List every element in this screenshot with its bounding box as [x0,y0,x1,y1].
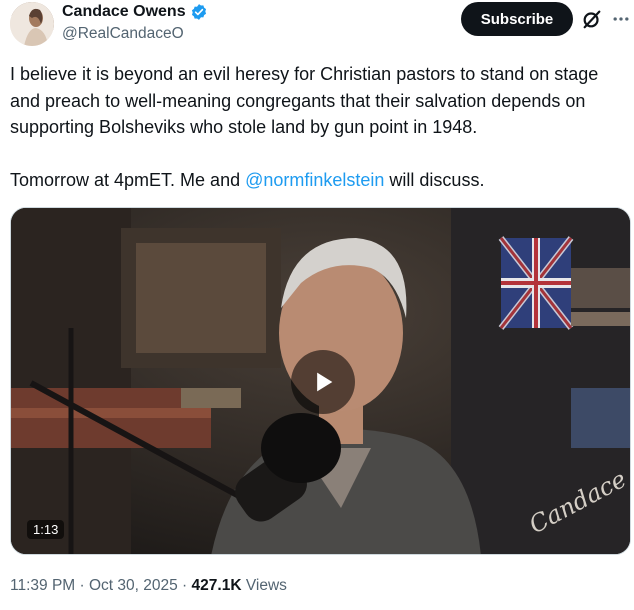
meta-separator: · [177,577,192,594]
author-handle[interactable]: @RealCandaceO [62,25,184,43]
views-count: 427.1K [191,577,242,594]
play-button[interactable] [291,350,355,414]
mention-link[interactable]: @normfinkelstein [245,170,384,190]
post-time[interactable]: 11:39 PM [10,577,75,594]
post-meta: 11:39 PM · Oct 30, 2025 · 427.1K Views [10,577,287,595]
meta-separator: · [75,577,89,594]
video-player[interactable]: 1:13 Candace [10,207,631,555]
author-name-row[interactable]: Candace Owens [62,3,208,21]
views-label: Views [245,577,287,594]
verified-badge-icon [191,4,206,20]
play-icon [317,372,333,392]
post-text-segment: will discuss. [384,169,485,190]
grok-icon[interactable] [581,8,603,30]
video-duration-badge: 1:13 [27,520,65,539]
author-display-name[interactable]: Candace Owens [62,3,186,21]
post-text-segment: Tomorrow at 4pmET. Me and [10,169,246,190]
avatar[interactable] [10,2,54,46]
post-date[interactable]: Oct 30, 2025 [89,577,178,594]
avatar-photo [10,2,54,46]
subscribe-button[interactable]: Subscribe [461,2,573,36]
post-paragraph: I believe it is beyond an evil heresy fo… [10,64,599,137]
post-text: I believe it is beyond an evil heresy fo… [10,61,630,193]
more-options-icon[interactable] [611,9,631,29]
post-paragraph: Tomorrow at 4pmET. Me and @normfinkelste… [10,167,630,194]
